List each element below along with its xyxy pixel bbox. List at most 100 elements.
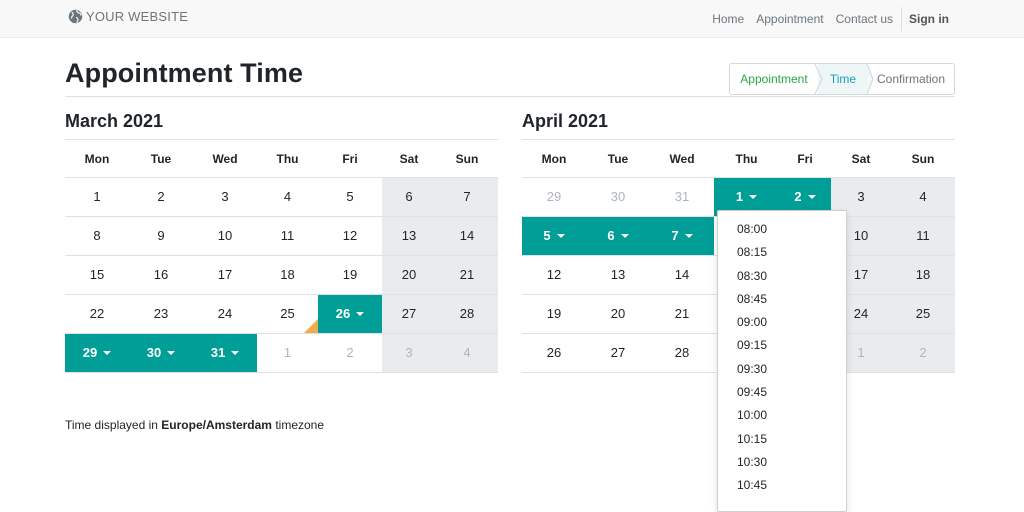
progress-steps: Appointment Time Confirmation xyxy=(729,63,955,95)
day-number: 24 xyxy=(217,306,233,321)
calendar-day-cell: 1 xyxy=(257,334,318,372)
calendar-week-row: 8 9 10 11 12 13 14 xyxy=(65,217,498,256)
day-number: 25 xyxy=(280,306,295,321)
time-option[interactable]: 09:00 xyxy=(718,311,846,334)
calendar-week-row: 29 30 31 1 2 3 4 xyxy=(65,334,498,373)
day-number: 2 xyxy=(794,189,802,204)
day-number: 22 xyxy=(89,306,105,321)
weekday-header: Mon Tue Wed Thu Fri Sat Sun xyxy=(522,140,955,178)
nav-link-contact[interactable]: Contact us xyxy=(830,12,899,26)
time-option[interactable]: 10:45 xyxy=(718,474,846,497)
day-number: 12 xyxy=(342,228,358,243)
weekday-label: Sun xyxy=(455,152,479,166)
day-number: 18 xyxy=(280,267,295,282)
step-appointment[interactable]: Appointment xyxy=(730,64,818,94)
timezone-name: Europe/Amsterdam xyxy=(161,418,272,432)
weekday-label: Thu xyxy=(276,152,299,166)
calendar-day-cell: 8 xyxy=(65,217,129,255)
day-number: 13 xyxy=(401,228,417,243)
weekday-label: Tue xyxy=(607,152,629,166)
day-number: 4 xyxy=(919,189,927,204)
time-option[interactable]: 08:00 xyxy=(718,218,846,241)
calendar-day-cell: 2 xyxy=(318,334,382,372)
day-number: 1 xyxy=(735,189,744,204)
day-number: 12 xyxy=(546,267,562,282)
calendar-day-cell: 28 xyxy=(650,334,714,372)
day-number: 10 xyxy=(853,228,869,243)
day-number: 5 xyxy=(543,228,551,243)
calendar-day-cell: 21 xyxy=(650,295,714,333)
day-number: 2 xyxy=(919,345,927,360)
time-option[interactable]: 10:00 xyxy=(718,404,846,427)
day-number: 4 xyxy=(283,189,292,204)
day-number: 23 xyxy=(153,306,169,321)
calendar-day-cell: 11 xyxy=(891,217,955,255)
day-number: 11 xyxy=(280,228,295,243)
calendar-day-cell: 4 xyxy=(891,178,955,216)
weekday-label: Fri xyxy=(342,152,358,166)
calendar-day-cell: 3 xyxy=(193,178,257,216)
calendar-day-cell: 4 xyxy=(257,178,318,216)
step-time[interactable]: Time xyxy=(818,64,868,94)
title-divider xyxy=(65,96,955,97)
caret-down-icon xyxy=(103,350,112,355)
calendar-day-cell: 12 xyxy=(318,217,382,255)
time-option[interactable]: 08:15 xyxy=(718,241,846,264)
available-day-cell[interactable]: 29 xyxy=(65,334,129,372)
time-option[interactable]: 09:30 xyxy=(718,358,846,381)
day-number: 3 xyxy=(857,189,865,204)
calendar-day-cell: 29 xyxy=(522,178,586,216)
calendar-day-cell: 7 xyxy=(436,178,498,216)
weekday-label: Mon xyxy=(84,152,110,166)
available-day-cell[interactable]: 6 xyxy=(586,217,650,255)
time-option[interactable]: 09:15 xyxy=(718,334,846,357)
caret-down-icon xyxy=(620,233,629,238)
calendar-day-cell: 19 xyxy=(522,295,586,333)
day-number: 1 xyxy=(283,345,292,360)
step-confirmation[interactable]: Confirmation xyxy=(868,64,954,94)
time-option[interactable]: 10:15 xyxy=(718,428,846,451)
sign-in-link[interactable]: Sign in xyxy=(903,12,956,26)
available-day-cell[interactable]: 31 xyxy=(193,334,257,372)
day-number: 1 xyxy=(857,345,865,360)
day-number: 18 xyxy=(915,267,931,282)
time-option[interactable]: 09:45 xyxy=(718,381,846,404)
globe-icon xyxy=(68,9,83,24)
calendar-day-cell: 15 xyxy=(65,256,129,294)
weekday-label: Sun xyxy=(911,152,935,166)
available-day-cell[interactable]: 26 xyxy=(304,295,382,333)
calendar-day-cell: 4 xyxy=(436,334,498,372)
calendar-day-cell: 27 xyxy=(382,295,436,333)
day-number: 3 xyxy=(221,189,229,204)
calendar-week-row: 1 2 3 4 5 6 7 xyxy=(65,178,498,217)
time-option[interactable]: 10:30 xyxy=(718,451,846,474)
calendar-day-cell: 25 xyxy=(891,295,955,333)
calendar-day-cell: 30 xyxy=(586,178,650,216)
day-number: 21 xyxy=(674,306,690,321)
day-number: 20 xyxy=(401,267,417,282)
brand-logo[interactable]: YOUR WEBSITE xyxy=(68,9,188,24)
weekday-label: Thu xyxy=(735,152,758,166)
calendar-march: Mon Tue Wed Thu Fri Sat Sun 1 2 3 4 5 6 7 8 9 10 11 12 13 14… xyxy=(65,139,498,373)
calendar-day-cell: 14 xyxy=(650,256,714,294)
caret-down-icon xyxy=(356,311,365,316)
caret-down-icon xyxy=(684,233,693,238)
day-number: 27 xyxy=(610,345,626,360)
day-number: 11 xyxy=(916,228,930,243)
caret-down-icon xyxy=(231,350,240,355)
time-option[interactable]: 08:45 xyxy=(718,288,846,311)
nav-link-home[interactable]: Home xyxy=(706,12,750,26)
available-day-cell[interactable]: 30 xyxy=(129,334,193,372)
day-number: 30 xyxy=(146,345,162,360)
calendar-day-cell: 18 xyxy=(891,256,955,294)
day-number: 24 xyxy=(853,306,869,321)
available-day-cell[interactable]: 7 xyxy=(650,217,714,255)
weekday-label: Sat xyxy=(399,152,419,166)
nav-link-appointment[interactable]: Appointment xyxy=(750,12,829,26)
weekday-label: Wed xyxy=(669,152,695,166)
time-option[interactable]: 08:30 xyxy=(718,265,846,288)
available-day-cell[interactable]: 5 xyxy=(522,217,586,255)
day-number: 10 xyxy=(217,228,233,243)
day-number: 6 xyxy=(607,228,615,243)
caret-down-icon xyxy=(167,350,176,355)
